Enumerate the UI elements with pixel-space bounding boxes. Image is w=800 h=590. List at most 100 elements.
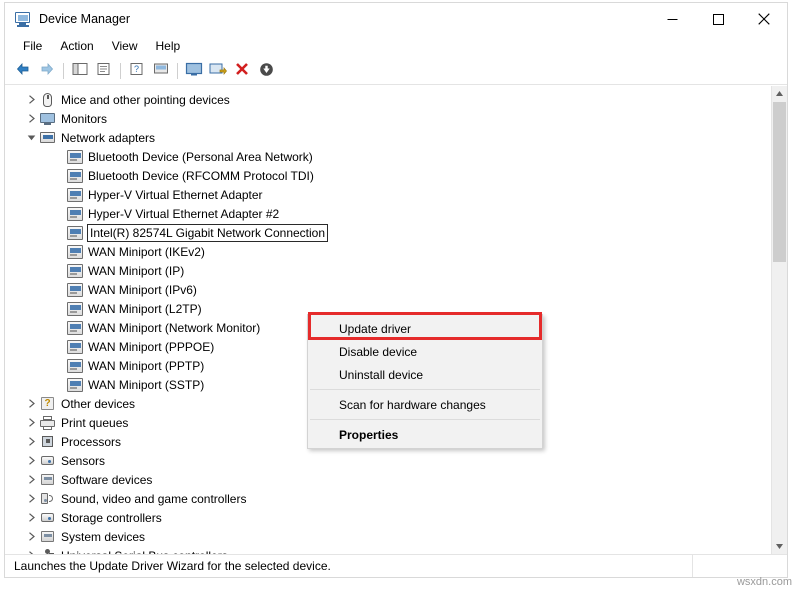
back-button[interactable] [11, 60, 35, 82]
device-manager-window: Device Manager File Action View Help [4, 2, 788, 578]
menu-bar: File Action View Help [5, 35, 787, 57]
arrow-right-icon [39, 62, 55, 79]
chevron-placeholder [50, 147, 66, 166]
toolbar-separator-2 [120, 63, 121, 79]
chevron-placeholder [50, 299, 66, 318]
scrollbar-thumb[interactable] [773, 102, 786, 262]
scroll-down-button[interactable] [772, 539, 787, 554]
tree-item[interactable]: Intel(R) 82574L Gigabit Network Connecti… [5, 223, 771, 242]
printer-icon [39, 415, 56, 431]
tree-item-label: System devices [61, 529, 145, 545]
tree-item-label: WAN Miniport (PPPOE) [88, 339, 214, 355]
maximize-button[interactable] [695, 3, 741, 35]
tree-item-label: Other devices [61, 396, 135, 412]
tree-item-label: Sound, video and game controllers [61, 491, 246, 507]
chevron-right-icon[interactable] [23, 451, 39, 470]
chevron-down-icon[interactable] [23, 128, 39, 147]
chevron-right-icon[interactable] [23, 489, 39, 508]
status-message: Launches the Update Driver Wizard for th… [5, 555, 693, 577]
chevron-right-icon[interactable] [23, 432, 39, 451]
tree-item[interactable]: WAN Miniport (IKEv2) [5, 242, 771, 261]
tree-item[interactable]: Universal Serial Bus controllers [5, 546, 771, 554]
mouse-icon [39, 92, 56, 108]
tree-item-label: Software devices [61, 472, 152, 488]
chevron-right-icon[interactable] [23, 546, 39, 554]
device-icon [66, 377, 83, 393]
context-menu-separator-1 [310, 389, 540, 390]
chevron-right-icon[interactable] [23, 413, 39, 432]
add-driver-icon [209, 62, 227, 80]
tree-item[interactable]: Mice and other pointing devices [5, 90, 771, 109]
tree-item-label: Monitors [61, 111, 107, 127]
device-icon [66, 168, 83, 184]
tree-item[interactable]: Software devices [5, 470, 771, 489]
menu-file[interactable]: File [14, 37, 51, 56]
network-adapter-icon [39, 130, 56, 146]
chevron-right-icon[interactable] [23, 109, 39, 128]
show-hide-console-tree-button[interactable] [68, 60, 92, 82]
device-icon [66, 244, 83, 260]
help-button[interactable]: ? [125, 60, 149, 82]
context-menu[interactable]: Update driver Disable device Uninstall d… [307, 314, 543, 449]
tree-item[interactable]: WAN Miniport (IP) [5, 261, 771, 280]
minimize-button[interactable] [649, 3, 695, 35]
forward-button[interactable] [35, 60, 59, 82]
tree-item[interactable]: Bluetooth Device (Personal Area Network) [5, 147, 771, 166]
tree-item[interactable]: Bluetooth Device (RFCOMM Protocol TDI) [5, 166, 771, 185]
tree-item-label: WAN Miniport (IP) [88, 263, 184, 279]
tree-item-label: Hyper-V Virtual Ethernet Adapter #2 [88, 206, 279, 222]
device-icon [66, 339, 83, 355]
add-driver-button[interactable] [206, 60, 230, 82]
tree-item-label: Mice and other pointing devices [61, 92, 230, 108]
tree-item[interactable]: Sound, video and game controllers [5, 489, 771, 508]
watermark: wsxdn.com [737, 576, 792, 588]
tree-item[interactable]: Sensors [5, 451, 771, 470]
tree-item[interactable]: Hyper-V Virtual Ethernet Adapter [5, 185, 771, 204]
chevron-right-icon[interactable] [23, 394, 39, 413]
menu-action[interactable]: Action [51, 37, 102, 56]
context-menu-item-update-driver[interactable]: Update driver [308, 317, 542, 340]
chevron-right-icon[interactable] [23, 527, 39, 546]
properties-button[interactable] [92, 60, 116, 82]
device-icon [66, 206, 83, 222]
context-menu-item-uninstall-device[interactable]: Uninstall device [308, 363, 542, 386]
status-right-cell [693, 555, 787, 577]
device-icon [66, 225, 83, 241]
tree-item[interactable]: System devices [5, 527, 771, 546]
tree-item-label: Network adapters [61, 130, 155, 146]
vertical-scrollbar[interactable] [771, 86, 787, 554]
uninstall-device-button[interactable] [230, 60, 254, 82]
close-button[interactable] [741, 3, 787, 35]
tree-item[interactable]: Network adapters [5, 128, 771, 147]
context-menu-item-disable-device[interactable]: Disable device [308, 340, 542, 363]
scan-hardware-changes-button[interactable] [149, 60, 173, 82]
chevron-right-icon[interactable] [23, 470, 39, 489]
chevron-right-icon[interactable] [23, 508, 39, 527]
menu-view[interactable]: View [103, 37, 147, 56]
chevron-placeholder [50, 318, 66, 337]
menu-help[interactable]: Help [147, 37, 190, 56]
sensor-icon [39, 453, 56, 469]
tree-item[interactable]: Monitors [5, 109, 771, 128]
scroll-up-button[interactable] [772, 86, 787, 101]
monitor-icon [39, 111, 56, 127]
update-driver-button[interactable] [182, 60, 206, 82]
tree-item-label: Hyper-V Virtual Ethernet Adapter [88, 187, 263, 203]
chevron-placeholder [50, 375, 66, 394]
arrow-left-icon [15, 62, 31, 79]
software-device-icon [39, 472, 56, 488]
tree-item-label: WAN Miniport (Network Monitor) [88, 320, 260, 336]
context-menu-item-properties[interactable]: Properties [308, 423, 542, 446]
title-bar: Device Manager [5, 3, 787, 35]
disable-device-button[interactable] [254, 60, 278, 82]
tree-item-label: WAN Miniport (IPv6) [88, 282, 197, 298]
tree-item[interactable]: Hyper-V Virtual Ethernet Adapter #2 [5, 204, 771, 223]
tree-item-label: Print queues [61, 415, 128, 431]
system-device-icon [39, 529, 56, 545]
tree-item[interactable]: Storage controllers [5, 508, 771, 527]
tree-item[interactable]: WAN Miniport (IPv6) [5, 280, 771, 299]
chevron-right-icon[interactable] [23, 90, 39, 109]
context-menu-item-scan-for-hardware-changes[interactable]: Scan for hardware changes [308, 393, 542, 416]
window-controls [649, 3, 787, 35]
storage-icon [39, 510, 56, 526]
